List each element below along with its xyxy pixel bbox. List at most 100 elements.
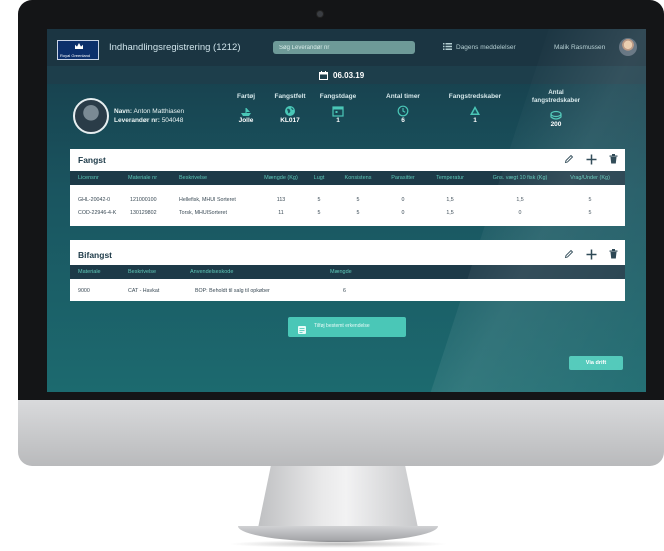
camera-icon: [317, 11, 323, 17]
edit-icon[interactable]: [563, 248, 575, 260]
catch-title: Fangst: [78, 155, 106, 165]
trash-icon[interactable]: [607, 153, 619, 165]
column-header: Gns. vægt 10 fisk (Kg): [492, 175, 548, 181]
stat-value: 6: [401, 117, 405, 124]
trash-icon[interactable]: [607, 248, 619, 260]
table-row[interactable]: 9000 CAT - Havkat BOP: Beholdt til salg …: [70, 286, 625, 298]
table-cell: Torsk, MHUISorteret: [179, 210, 227, 216]
table-cell: Hellefisk, MHUI Sorteret: [179, 197, 236, 203]
send-label: Via drift: [585, 360, 607, 366]
net-icon: [526, 108, 586, 120]
column-header: Konsistens: [344, 175, 372, 181]
catch-toolbar: [563, 152, 619, 166]
stat-value: 200: [550, 121, 562, 128]
stat-label: Antal fangstredskaber: [531, 89, 581, 104]
bycatch-toolbar: [563, 247, 619, 261]
table-cell: 113: [276, 197, 286, 203]
add-receipt-label: Tilføj bestemt erkendelse: [314, 323, 370, 329]
send-button[interactable]: Via drift: [569, 356, 623, 370]
crown-icon: [75, 43, 83, 49]
monitor-chin: [18, 400, 664, 466]
user-avatar[interactable]: [619, 38, 637, 56]
current-date: 06.03.19: [319, 71, 364, 82]
table-cell: GHL-20042-0: [78, 197, 111, 203]
table-cell: 5: [356, 197, 360, 203]
column-header: Materiale: [78, 269, 101, 275]
gear-icon: [445, 104, 505, 116]
supplier-number: 504048: [161, 117, 184, 124]
column-header: Beskrivelse: [179, 175, 208, 181]
column-header: Mængde: [330, 269, 352, 275]
table-cell: 11: [278, 210, 284, 216]
stat-label: Fangstdage: [319, 93, 357, 100]
catch-panel: Fangst Licensnr Materiale nr Beskrivelse…: [70, 149, 625, 226]
table-cell: 1,5: [516, 197, 524, 203]
column-header: Mængde (Kg): [264, 175, 298, 181]
list-icon: [443, 43, 452, 52]
column-header: Lugt: [313, 175, 325, 181]
fisher-info: Navn: Anton Matthiasen Leverandør nr: 50…: [47, 84, 646, 144]
column-header: Beskrivelse: [128, 269, 157, 275]
edit-icon[interactable]: [563, 153, 575, 165]
column-header: Vrag/Under (Kg): [570, 175, 610, 181]
supplier-line: Leverandør nr: 504048: [114, 117, 183, 124]
table-cell: 5: [317, 210, 321, 216]
stat-catch-days: Fangstdage 1: [308, 93, 368, 124]
monitor-stand: [258, 466, 418, 528]
stat-label: Antal timer: [386, 93, 420, 100]
table-cell: 130129802: [130, 210, 157, 216]
table-cell: 6: [343, 288, 346, 294]
table-cell: 1,5: [446, 210, 454, 216]
table-row[interactable]: COD-22946-4-K 130129802 Torsk, MHUISorte…: [70, 208, 625, 220]
table-cell: COD-22946-4-K: [78, 210, 117, 216]
messages-link[interactable]: Dagens meddelelser: [443, 43, 516, 52]
add-receipt-button[interactable]: Tilføj bestemt erkendelse: [288, 317, 406, 337]
app-title: Indhandlingsregistrering (1212): [109, 42, 241, 53]
user-name[interactable]: Malik Rasmussen: [554, 44, 605, 51]
column-header: Temperatur: [436, 175, 464, 181]
column-header: Licensnr: [78, 175, 99, 181]
table-cell: 5: [588, 197, 592, 203]
table-cell: 0: [401, 210, 405, 216]
stat-gear: Fangstredskaber 1: [445, 93, 505, 124]
bycatch-table-header: Materiale Beskrivelse Anvendelseskode Mæ…: [70, 265, 625, 279]
stat-hours: Antal timer 6: [373, 93, 433, 124]
table-cell: 5: [317, 197, 321, 203]
table-cell: 1,5: [446, 197, 454, 203]
clock-icon: [373, 104, 433, 117]
calendar-icon: [319, 71, 328, 82]
column-header: Materiale nr: [128, 175, 158, 181]
search-input[interactable]: [273, 41, 415, 54]
table-cell: 9000: [78, 288, 90, 294]
date-value: 06.03.19: [333, 71, 365, 80]
receipt-icon: [297, 322, 307, 340]
date-bar: 06.03.19: [47, 66, 646, 84]
table-cell: 5: [588, 210, 592, 216]
calendar-icon: [308, 104, 368, 117]
brand-logo[interactable]: Royal Greenland: [57, 40, 99, 60]
stat-gear-count: Antal fangstredskaber 200: [526, 89, 586, 128]
name-label: Navn:: [114, 108, 133, 115]
table-row[interactable]: GHL-20042-0 121000100 Hellefisk, MHUI So…: [70, 195, 625, 207]
app-screen: Royal Greenland Indhandlingsregistrering…: [47, 29, 646, 392]
column-header: Anvendelseskode: [190, 269, 234, 275]
add-icon[interactable]: [585, 153, 597, 165]
catch-table-header: Licensnr Materiale nr Beskrivelse Mængde…: [70, 171, 625, 185]
supplier-label: Leverandør nr:: [114, 117, 160, 124]
stat-label: Fangstredskaber: [448, 93, 502, 100]
bycatch-title: Bifangst: [78, 250, 112, 260]
bycatch-panel: Bifangst Materiale Beskrivelse Anvendels…: [70, 240, 625, 301]
table-cell: CAT - Havkat: [128, 288, 160, 294]
logo-text: Royal Greenland: [60, 53, 91, 58]
messages-label: Dagens meddelelser: [456, 44, 516, 52]
stat-value: 1: [473, 117, 477, 124]
table-cell: 5: [356, 210, 360, 216]
top-bar: Royal Greenland Indhandlingsregistrering…: [47, 29, 646, 66]
table-cell: 0: [518, 210, 522, 216]
table-cell: 0: [401, 197, 405, 203]
fisher-name-line: Navn: Anton Matthiasen: [114, 108, 184, 115]
fisher-avatar: [73, 98, 109, 134]
table-cell: BOP: Beholdt til salg til opkøber: [195, 288, 270, 294]
add-icon[interactable]: [585, 248, 597, 260]
column-header: Parasitter: [391, 175, 415, 181]
